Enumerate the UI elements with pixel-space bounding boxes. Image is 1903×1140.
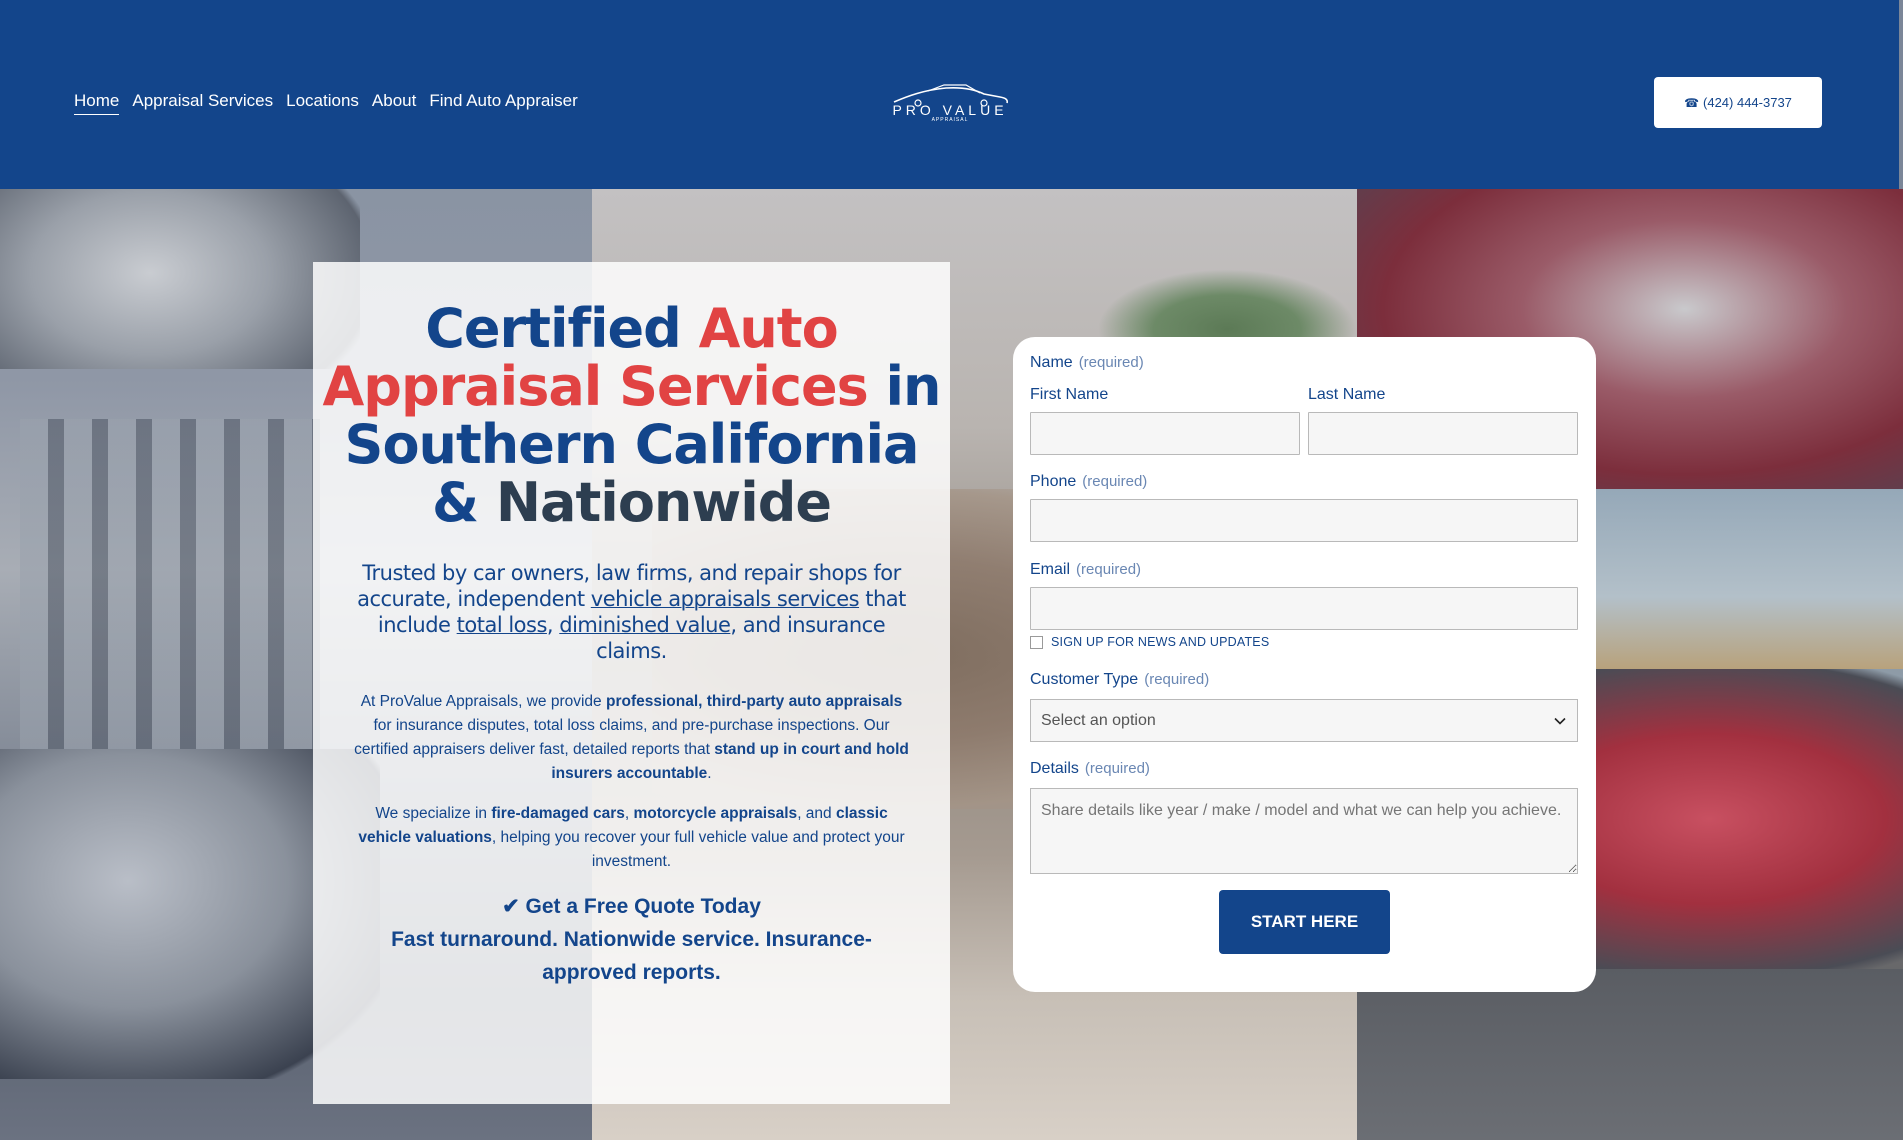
- first-name-field[interactable]: [1030, 412, 1300, 455]
- nav-locations[interactable]: Locations: [286, 91, 359, 115]
- details-field[interactable]: [1030, 788, 1578, 874]
- nav-appraisal-services[interactable]: Appraisal Services: [132, 91, 273, 115]
- p2-text: , helping you recover your full vehicle …: [491, 829, 905, 870]
- phone-icon: ☎: [1684, 95, 1700, 110]
- newsletter-row: SIGN UP FOR NEWS AND UPDATES: [1030, 635, 1269, 649]
- main-nav: Home Appraisal Services Locations About …: [74, 91, 578, 115]
- p1-bold: professional, third-party auto appraisal…: [605, 693, 903, 710]
- phone-field[interactable]: [1030, 499, 1578, 542]
- nav-find-auto-appraiser[interactable]: Find Auto Appraiser: [429, 91, 577, 115]
- link-total-loss[interactable]: total loss: [457, 613, 548, 637]
- site-header: Home Appraisal Services Locations About …: [0, 0, 1899, 189]
- cta-tagline: Fast turnaround. Nationwide service. Ins…: [391, 928, 872, 984]
- phone-label: Phone (required): [1030, 473, 1147, 491]
- nav-about[interactable]: About: [372, 91, 416, 115]
- p2-bold: fire-damaged cars: [491, 805, 625, 822]
- customer-type-label: Customer Type (required): [1030, 671, 1209, 689]
- required-tag: (required): [1084, 760, 1150, 777]
- last-name-field[interactable]: [1308, 412, 1578, 455]
- link-vehicle-appraisals[interactable]: vehicle appraisals services: [591, 587, 860, 611]
- details-label-text: Details: [1030, 760, 1079, 777]
- title-part1: Certified: [425, 297, 699, 360]
- newsletter-label[interactable]: SIGN UP FOR NEWS AND UPDATES: [1051, 635, 1269, 649]
- email-label-text: Email: [1030, 561, 1071, 578]
- hero-card: Certified Auto Appraisal Services in Sou…: [313, 262, 950, 1104]
- p1-text: .: [707, 765, 712, 782]
- title-part3: Nationwide: [495, 471, 832, 534]
- email-label: Email (required): [1030, 561, 1141, 579]
- name-label-text: Name: [1030, 354, 1073, 371]
- logo-name: PRO VALUE: [892, 102, 1008, 118]
- hero-title: Certified Auto Appraisal Services in Sou…: [313, 300, 950, 532]
- cta-headline: ✔ Get a Free Quote Today: [502, 895, 761, 918]
- customer-type-label-text: Customer Type: [1030, 671, 1139, 688]
- phone-button[interactable]: ☎ (424) 444-3737: [1654, 77, 1822, 128]
- email-field[interactable]: [1030, 587, 1578, 630]
- chevron-down-icon: [1554, 717, 1566, 725]
- required-tag: (required): [1076, 561, 1142, 578]
- p2-text: We specialize in: [375, 805, 492, 822]
- site-logo[interactable]: PRO VALUE APPRAISAL: [888, 80, 1012, 126]
- link-diminished-value[interactable]: diminished value: [559, 613, 731, 637]
- nav-home[interactable]: Home: [74, 91, 120, 115]
- required-tag: (required): [1144, 671, 1210, 688]
- customer-type-value: Select an option: [1041, 711, 1156, 729]
- cta-block: ✔ Get a Free Quote Today Fast turnaround…: [361, 890, 902, 989]
- hero-subtitle: Trusted by car owners, law firms, and re…: [353, 560, 910, 664]
- p1-text: At ProValue Appraisals, we provide: [360, 693, 606, 710]
- p2-bold: motorcycle appraisals: [633, 805, 798, 822]
- required-tag: (required): [1082, 473, 1148, 490]
- specialty-paragraph: We specialize in fire-damaged cars, moto…: [351, 802, 912, 874]
- phone-label-text: Phone: [1030, 473, 1077, 490]
- last-name-label: Last Name: [1308, 386, 1386, 403]
- first-name-label: First Name: [1030, 386, 1109, 403]
- customer-type-select[interactable]: Select an option: [1030, 699, 1578, 742]
- start-here-button[interactable]: START HERE: [1219, 890, 1390, 954]
- phone-number: (424) 444-3737: [1703, 95, 1792, 110]
- subtitle-text: ,: [546, 613, 560, 637]
- newsletter-checkbox[interactable]: [1030, 635, 1043, 649]
- required-tag: (required): [1078, 354, 1144, 371]
- name-label: Name (required): [1030, 354, 1144, 372]
- details-label: Details (required): [1030, 760, 1150, 778]
- intro-paragraph: At ProValue Appraisals, we provide profe…: [351, 690, 912, 786]
- p2-text: , and: [797, 805, 836, 822]
- quote-form: Name (required) First Name Last Name Phon…: [1013, 337, 1596, 992]
